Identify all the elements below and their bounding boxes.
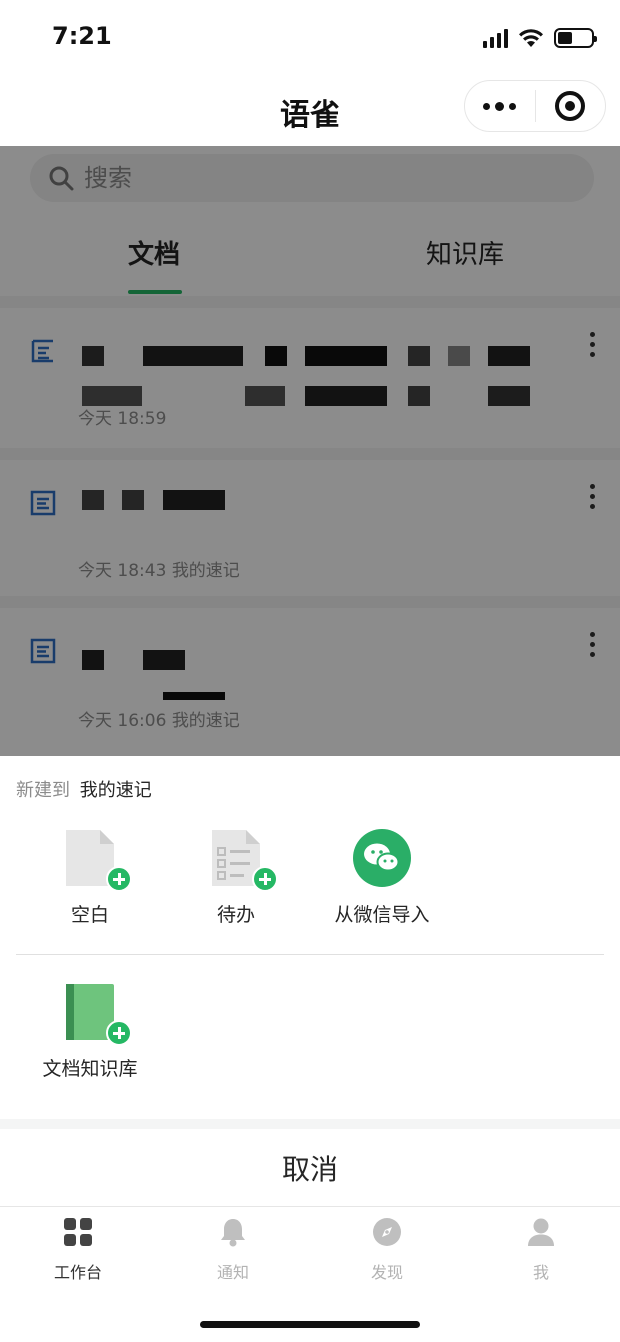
close-miniprogram-icon[interactable] bbox=[536, 91, 606, 121]
grid-icon bbox=[63, 1217, 93, 1247]
status-icons bbox=[483, 26, 597, 48]
create-knowledge-base-button[interactable]: 文档知识库 bbox=[30, 982, 150, 1081]
import-wechat-label: 从微信导入 bbox=[334, 904, 430, 926]
create-blank-button[interactable]: 空白 bbox=[30, 828, 150, 927]
create-action-sheet: 新建到 我的速记 空白 待办 从微信导入 文档知识库 取消 bbox=[0, 756, 620, 1206]
tab-workbench-label: 工作台 bbox=[53, 1263, 102, 1282]
blank-doc-icon bbox=[60, 828, 132, 892]
bell-icon bbox=[218, 1217, 248, 1247]
tab-notifications-label: 通知 bbox=[216, 1263, 249, 1282]
divider bbox=[0, 1119, 620, 1129]
divider bbox=[16, 954, 604, 955]
sheet-header: 新建到 我的速记 bbox=[16, 776, 152, 802]
more-options-icon[interactable] bbox=[465, 101, 535, 111]
add-badge-icon bbox=[106, 866, 132, 892]
wechat-icon bbox=[352, 828, 412, 888]
tab-notifications[interactable]: 通知 bbox=[183, 1217, 283, 1283]
tab-discover-label: 发现 bbox=[370, 1263, 403, 1282]
import-wechat-button[interactable]: 从微信导入 bbox=[322, 828, 442, 927]
add-badge-icon bbox=[106, 1020, 132, 1046]
tab-discover[interactable]: 发现 bbox=[337, 1217, 437, 1283]
create-knowledge-base-label: 文档知识库 bbox=[42, 1058, 138, 1080]
todo-doc-icon bbox=[206, 828, 278, 892]
book-icon bbox=[60, 982, 132, 1046]
battery-icon bbox=[554, 28, 597, 48]
cancel-button[interactable]: 取消 bbox=[0, 1129, 620, 1206]
create-to-label: 新建到 bbox=[16, 780, 70, 801]
add-badge-icon bbox=[252, 866, 278, 892]
create-todo-label: 待办 bbox=[216, 904, 255, 926]
wifi-icon bbox=[519, 29, 543, 47]
tab-me[interactable]: 我 bbox=[491, 1217, 591, 1283]
user-icon bbox=[526, 1217, 556, 1247]
modal-overlay[interactable] bbox=[0, 146, 620, 756]
cellular-signal-icon bbox=[483, 28, 508, 48]
create-blank-label: 空白 bbox=[70, 904, 109, 926]
status-time: 7:21 bbox=[52, 22, 112, 50]
create-target[interactable]: 我的速记 bbox=[80, 780, 152, 801]
miniprogram-capsule bbox=[464, 80, 606, 132]
create-todo-button[interactable]: 待办 bbox=[176, 828, 296, 927]
compass-icon bbox=[372, 1217, 402, 1247]
status-bar: 7:21 bbox=[0, 0, 620, 76]
home-indicator[interactable] bbox=[200, 1321, 420, 1328]
tab-me-label: 我 bbox=[532, 1263, 549, 1282]
nav-bar: 语雀 bbox=[0, 76, 620, 146]
tab-workbench[interactable]: 工作台 bbox=[28, 1217, 128, 1283]
